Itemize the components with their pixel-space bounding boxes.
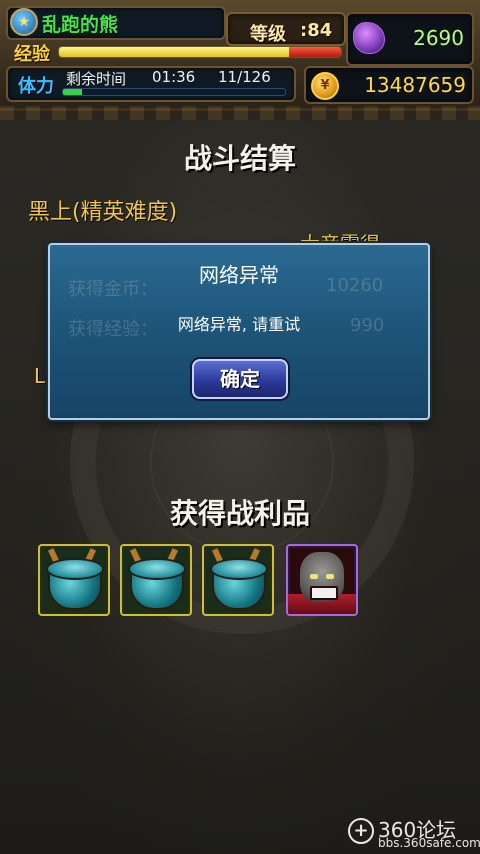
exp-progress-bar: [58, 46, 342, 58]
loot-list: [38, 544, 368, 618]
gold-coin-icon: ¥: [311, 72, 339, 100]
monster-teeth: [310, 586, 338, 600]
dialog-title: 网络异常: [199, 263, 279, 287]
pot-rim: [128, 558, 186, 580]
watermark-url: bbs.360safe.com: [378, 836, 480, 850]
loot-title: 获得战利品: [169, 497, 310, 530]
loot-item-2[interactable]: [120, 544, 192, 616]
pot-rim: [210, 558, 268, 580]
level-value: :84: [300, 20, 333, 41]
level-label: 等级: [250, 24, 286, 45]
hud-border-decoration: [0, 106, 480, 120]
gem-count: 2690: [413, 26, 464, 50]
dialog-message: 网络异常, 请重试: [177, 315, 301, 334]
watermark-logo-icon: +: [348, 818, 374, 844]
confirm-button[interactable]: 确定: [192, 359, 288, 399]
gem-icon: [353, 22, 385, 54]
exp-progress-cap: [289, 47, 341, 57]
stamina-time: 01:36: [152, 68, 196, 86]
loot-item-3[interactable]: [202, 544, 274, 616]
exp-progress-fill: [59, 47, 291, 57]
stamina-progress-fill: [63, 89, 83, 95]
battle-result-title: 战斗结算: [183, 142, 296, 175]
pot-rim: [46, 558, 104, 580]
loot-item-1[interactable]: [38, 544, 110, 616]
stamina-label: 体力: [18, 76, 54, 97]
stage-name: 黑上(精英难度): [28, 200, 178, 225]
exp-label: 经验: [14, 44, 50, 65]
monster-eye: [310, 574, 318, 579]
player-name: 乱跑的熊: [42, 14, 119, 36]
loot-item-4[interactable]: [286, 544, 358, 616]
player-rank-badge-icon: ★: [10, 8, 38, 36]
stamina-remaining-label: 剩余时间: [66, 70, 127, 88]
stamina-count: 11/126: [218, 68, 271, 86]
network-error-dialog: 获得金币： 10260 获得经验： 990 网络异常 网络异常, 请重试 确定: [48, 243, 430, 420]
stamina-progress-bar: [62, 88, 286, 96]
gold-count: 13487659: [364, 73, 466, 97]
monster-eye: [326, 574, 334, 579]
